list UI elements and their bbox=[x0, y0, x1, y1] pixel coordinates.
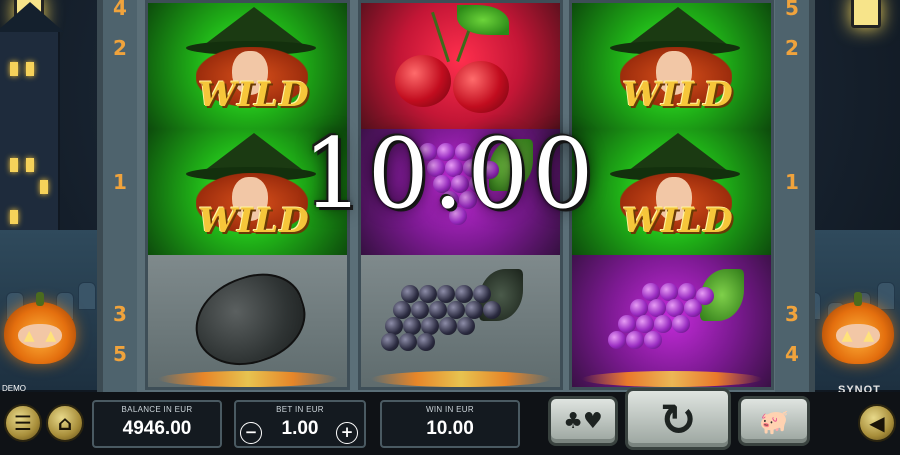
lemon-symbol bbox=[148, 255, 347, 387]
piggy-bank-icon: 🐖 bbox=[759, 408, 789, 436]
wild-symbol: WILD bbox=[148, 3, 347, 129]
cards-icon: ♣♥ bbox=[563, 409, 603, 434]
menu-button[interactable]: ☰ bbox=[4, 404, 42, 442]
payline-number[interactable]: 3 bbox=[780, 302, 804, 326]
win-label: WIN IN EUR bbox=[426, 405, 474, 414]
wild-label: WILD bbox=[198, 75, 310, 115]
balance-value: 4946.00 bbox=[122, 418, 192, 439]
grapes-symbol bbox=[572, 255, 771, 387]
menu-icon: ☰ bbox=[14, 411, 32, 435]
sound-button[interactable]: ◀ bbox=[858, 404, 896, 442]
spin-icon: ↻ bbox=[659, 395, 697, 446]
big-win-amount: 10.00 bbox=[302, 118, 598, 230]
cherries-symbol bbox=[361, 3, 560, 129]
pumpkin-icon: ▲ ▲ bbox=[4, 292, 76, 364]
bet-panel: BET IN EUR 1.00 − + bbox=[234, 400, 366, 448]
payline-number[interactable]: 5 bbox=[780, 0, 804, 20]
payline-number[interactable]: 2 bbox=[780, 36, 804, 60]
wild-symbol: WILD bbox=[572, 3, 771, 129]
game-scene: ▲ ▲ ▲ ▲ 4 2 1 3 5 5 2 1 3 4 WILD WILD WI… bbox=[0, 0, 900, 455]
spin-button[interactable]: ↻ bbox=[625, 388, 731, 450]
grapes-symbol bbox=[361, 255, 560, 387]
decrease-bet-button[interactable]: − bbox=[240, 422, 262, 444]
autoplay-button[interactable]: 🐖 bbox=[738, 396, 810, 446]
payline-number[interactable]: 3 bbox=[108, 302, 132, 326]
pumpkin-icon: ▲ ▲ bbox=[822, 292, 894, 364]
balance-label: BALANCE IN EUR bbox=[121, 405, 193, 414]
wild-label: WILD bbox=[622, 75, 734, 115]
home-button[interactable]: ⌂ bbox=[46, 404, 84, 442]
payline-number[interactable]: 4 bbox=[780, 342, 804, 366]
gamble-button[interactable]: ♣♥ bbox=[548, 396, 618, 446]
win-panel: WIN IN EUR 10.00 bbox=[380, 400, 520, 448]
increase-bet-button[interactable]: + bbox=[336, 422, 358, 444]
payline-number[interactable]: 2 bbox=[108, 36, 132, 60]
home-icon: ⌂ bbox=[57, 411, 73, 435]
payline-number[interactable]: 5 bbox=[108, 342, 132, 366]
control-bar: ☰ ⌂ BALANCE IN EUR 4946.00 BET IN EUR 1.… bbox=[0, 388, 900, 455]
bet-label: BET IN EUR bbox=[276, 405, 324, 414]
lamp-icon bbox=[851, 0, 881, 28]
sound-icon: ◀ bbox=[869, 411, 885, 435]
balance-panel: BALANCE IN EUR 4946.00 bbox=[92, 400, 222, 448]
payline-number[interactable]: 4 bbox=[108, 0, 132, 20]
win-value: 10.00 bbox=[426, 418, 474, 439]
